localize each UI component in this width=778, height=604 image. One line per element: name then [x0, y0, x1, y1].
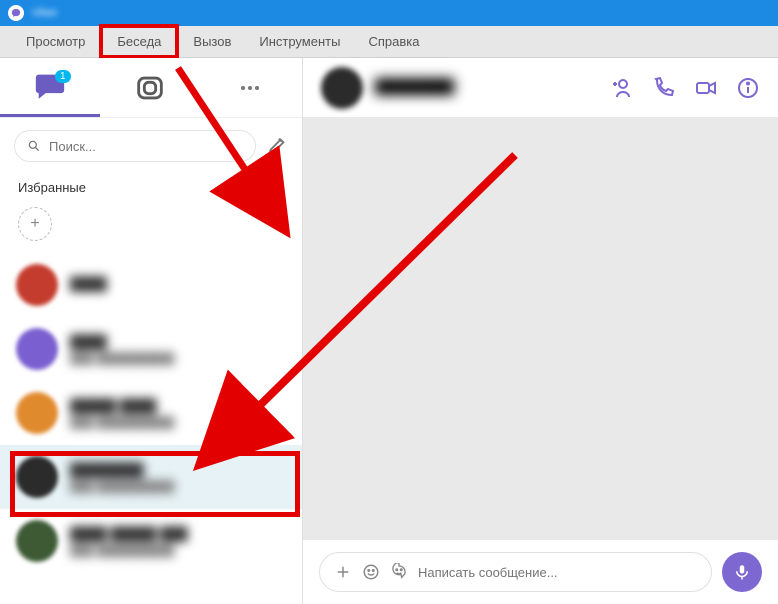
- chat-header-avatar[interactable]: [321, 67, 363, 109]
- sticker-icon[interactable]: [362, 563, 380, 581]
- message-input[interactable]: [418, 565, 697, 580]
- chat-list-item[interactable]: █████ ████ ███ ██████████: [0, 381, 302, 445]
- chat-item-subtitle: ███ ██████████: [70, 353, 174, 365]
- info-icon[interactable]: [736, 76, 760, 100]
- menu-tools[interactable]: Инструменты: [245, 28, 354, 55]
- chat-messages-area: [303, 118, 778, 540]
- composer-input-wrap[interactable]: [319, 552, 712, 592]
- window-title: Viber: [32, 7, 57, 19]
- app-body: 1 Избранные + ███████████ ██████████████…: [0, 58, 778, 604]
- add-favorite-button[interactable]: +: [18, 207, 52, 241]
- main-panel: ████████: [303, 58, 778, 604]
- chat-item-text: █████ ████ ███ ██████████: [70, 398, 174, 429]
- chat-item-text: ████: [70, 276, 107, 295]
- tab-contacts[interactable]: [100, 58, 200, 117]
- annotation-selected-chat-box: [10, 451, 300, 517]
- contacts-icon: [133, 71, 167, 105]
- chat-item-avatar: [16, 520, 58, 562]
- favorites-label: Избранные: [18, 180, 86, 195]
- chat-item-name: █████ ████: [70, 398, 174, 413]
- menu-chat[interactable]: Беседа: [99, 24, 179, 59]
- chat-item-name: ████: [70, 334, 174, 349]
- sidebar: 1 Избранные + ███████████ ██████████████…: [0, 58, 303, 604]
- more-icon: [241, 86, 259, 90]
- sidebar-tabs: 1: [0, 58, 302, 118]
- chat-item-name: ████: [70, 276, 107, 291]
- emoji-icon[interactable]: [390, 563, 408, 581]
- search-row: [0, 118, 302, 174]
- menu-bar: Просмотр Беседа Вызов Инструменты Справк…: [0, 26, 778, 58]
- search-icon: [27, 139, 41, 153]
- tab-chats[interactable]: 1: [0, 58, 100, 117]
- composer: [303, 540, 778, 604]
- app-logo-icon: [8, 5, 24, 21]
- search-box[interactable]: [14, 130, 256, 162]
- chat-item-avatar: [16, 264, 58, 306]
- phone-icon[interactable]: [652, 76, 676, 100]
- chevron-up-icon: [270, 181, 284, 195]
- chat-item-subtitle: ███ ██████████: [70, 545, 188, 557]
- chat-header-actions: [610, 76, 760, 100]
- menu-call[interactable]: Вызов: [179, 28, 245, 55]
- chat-list-item[interactable]: ████ ███ ██████████: [0, 317, 302, 381]
- chat-item-subtitle: ███ ██████████: [70, 417, 174, 429]
- plus-icon[interactable]: [334, 563, 352, 581]
- mic-icon: [733, 563, 751, 581]
- add-contact-icon[interactable]: [610, 76, 634, 100]
- chat-list-item[interactable]: ████: [0, 253, 302, 317]
- chat-item-name: ████ █████ ███: [70, 526, 188, 541]
- tab-more[interactable]: [200, 58, 300, 117]
- chat-list-item[interactable]: ████ █████ ███ ███ ██████████: [0, 509, 302, 573]
- title-bar: Viber: [0, 0, 778, 26]
- chat-header-name: ████████: [375, 78, 454, 94]
- chat-item-text: ████ █████ ███ ███ ██████████: [70, 526, 188, 557]
- chat-header: ████████: [303, 58, 778, 118]
- video-icon[interactable]: [694, 76, 718, 100]
- menu-help[interactable]: Справка: [354, 28, 433, 55]
- chat-item-avatar: [16, 392, 58, 434]
- chat-item-text: ████ ███ ██████████: [70, 334, 174, 365]
- favorites-header[interactable]: Избранные: [0, 174, 302, 199]
- menu-view[interactable]: Просмотр: [12, 28, 99, 55]
- compose-icon[interactable]: [266, 135, 288, 157]
- search-input[interactable]: [49, 139, 243, 154]
- chat-header-text: ████████: [375, 78, 454, 97]
- chat-item-avatar: [16, 328, 58, 370]
- chats-badge: 1: [55, 70, 71, 83]
- voice-message-button[interactable]: [722, 552, 762, 592]
- chat-list: ████ ████ ███ ██████████ █████ ████ ███ ████…: [0, 253, 302, 604]
